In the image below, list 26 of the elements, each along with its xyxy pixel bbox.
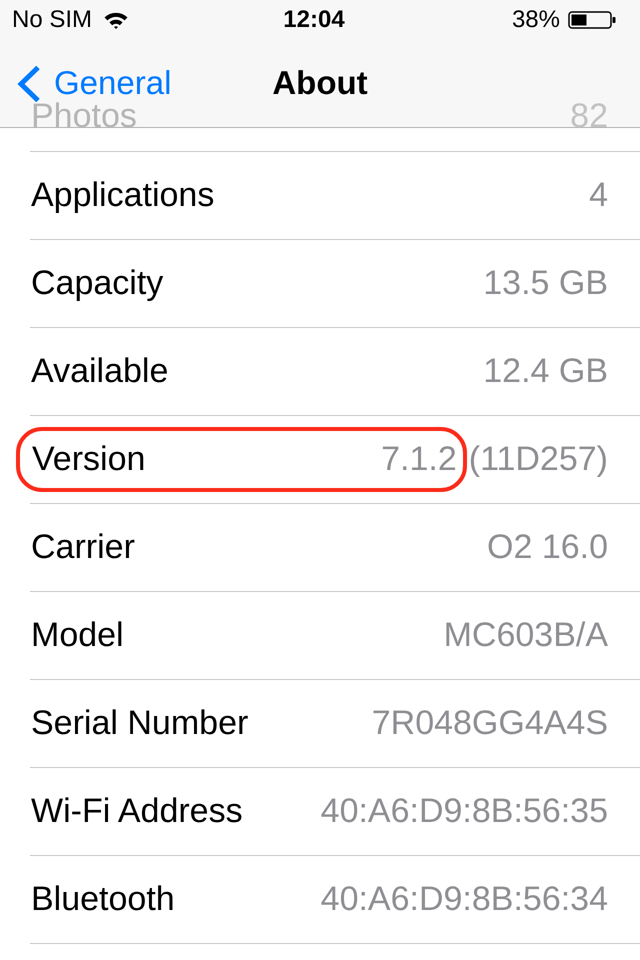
battery-icon	[568, 11, 616, 29]
build-number: (11D257)	[468, 440, 608, 480]
setting-label: Serial Number	[31, 704, 248, 744]
setting-label: Version	[32, 440, 146, 480]
setting-label: Applications	[31, 176, 214, 216]
setting-label: Capacity	[31, 264, 164, 304]
setting-value: MC603B/A	[444, 616, 608, 656]
setting-value: 40:A6:D9:8B:56:35	[320, 792, 608, 832]
setting-value: 7.1.2	[381, 440, 457, 480]
setting-value: O2 16.0	[487, 528, 608, 568]
chevron-left-icon	[17, 64, 41, 102]
setting-label: Bluetooth	[31, 880, 175, 920]
setting-label: Model	[31, 616, 124, 656]
setting-label: Carrier	[31, 528, 135, 568]
wifi-icon	[104, 11, 128, 29]
carrier-text: No SIM	[12, 8, 92, 32]
setting-value: 12.4 GB	[483, 352, 608, 392]
status-time: 12:04	[283, 8, 345, 32]
setting-value: 40:A6:D9:8B:56:34	[320, 880, 608, 920]
setting-label: Available	[31, 352, 168, 392]
setting-value: 13.5 GB	[483, 264, 608, 304]
page-title: About	[272, 65, 368, 102]
setting-value: 4	[589, 176, 608, 216]
setting-value: 7R048GG4A4S	[372, 704, 608, 744]
battery-percent: 38%	[512, 8, 560, 32]
setting-label: Wi-Fi Address	[31, 792, 243, 832]
